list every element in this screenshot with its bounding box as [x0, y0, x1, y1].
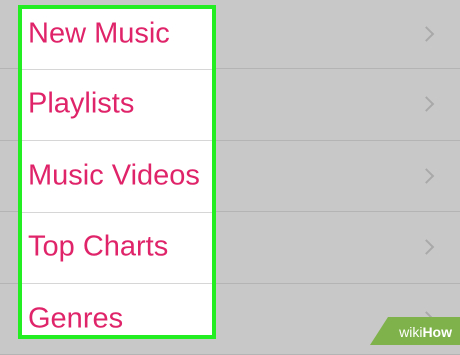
- chevron-right-icon: [419, 168, 435, 184]
- list-item-label: New Music: [28, 18, 170, 51]
- list-item-label: Music Videos: [28, 159, 200, 192]
- list-item-label: Genres: [28, 302, 123, 335]
- watermark-prefix: wiki: [399, 324, 422, 340]
- divider: [22, 69, 212, 70]
- chevron-right-icon: [419, 26, 435, 42]
- divider: [22, 212, 212, 213]
- watermark-suffix: How: [422, 324, 452, 340]
- watermark-text: wikiHow: [399, 324, 452, 340]
- divider: [22, 283, 212, 284]
- divider: [22, 140, 212, 141]
- chevron-right-icon: [419, 96, 435, 112]
- list-item-label: Top Charts: [28, 231, 168, 264]
- list-item-label: Playlists: [28, 88, 134, 121]
- chevron-right-icon: [419, 239, 435, 255]
